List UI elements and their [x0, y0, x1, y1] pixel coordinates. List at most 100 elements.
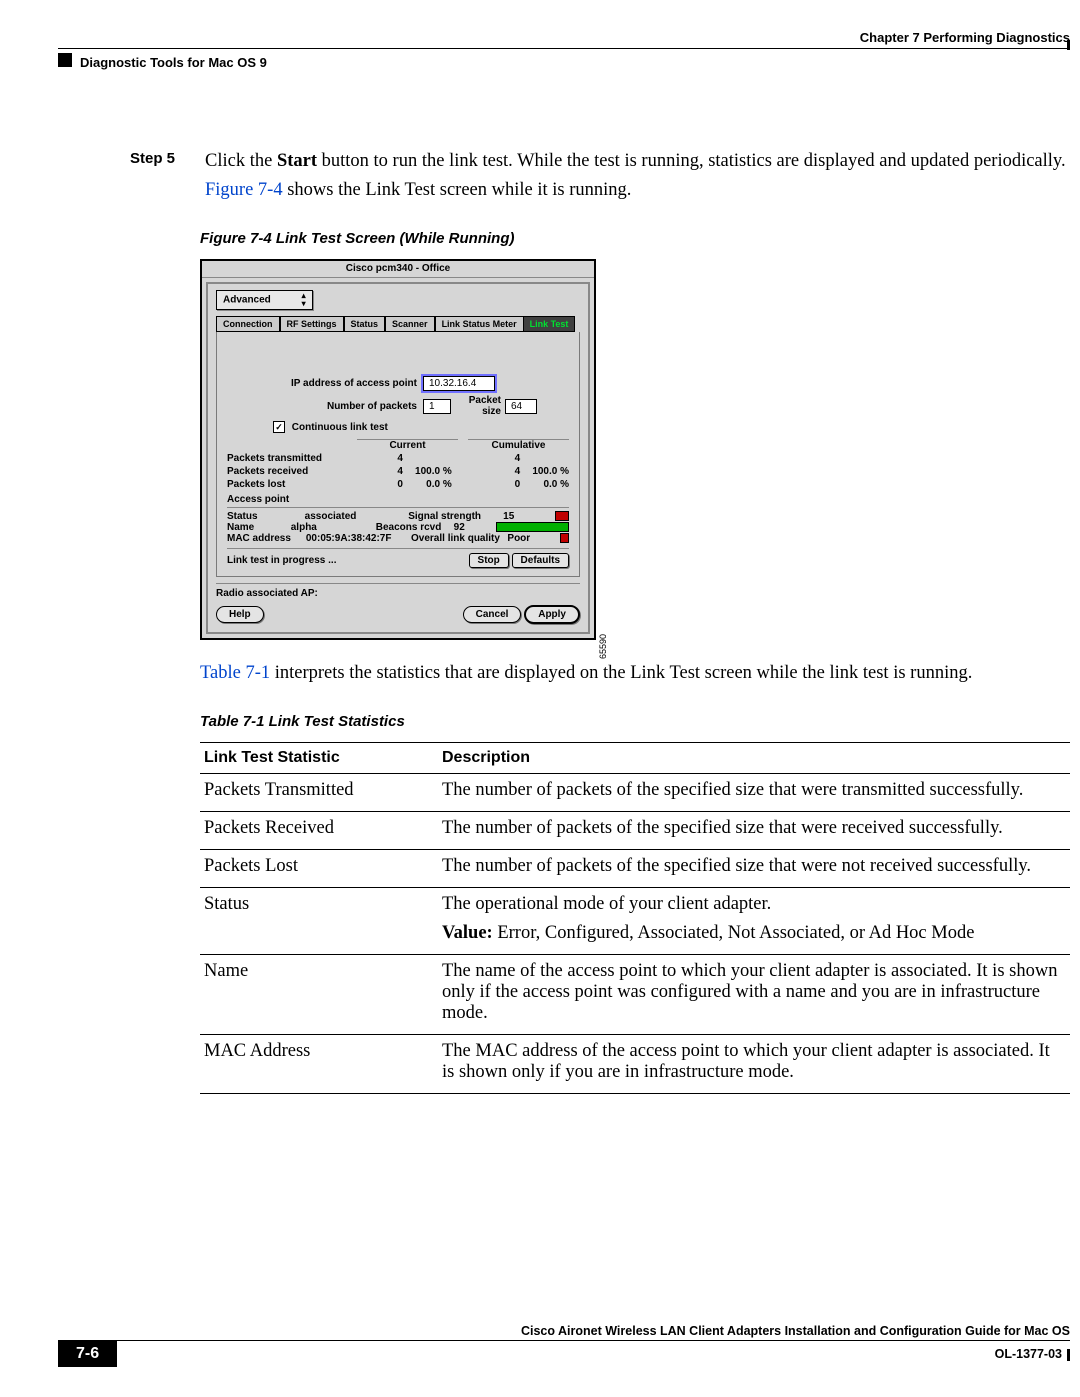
dropdown-value: Advanced [223, 295, 271, 306]
v: 0.0 % [403, 479, 452, 490]
table-row: Packets Transmitted The number of packet… [200, 774, 1070, 812]
v: 4 [452, 453, 520, 464]
progress-text: Link test in progress ... [227, 555, 336, 566]
table-row: Status The operational mode of your clie… [200, 888, 1070, 955]
start-word: Start [277, 151, 317, 171]
mode-dropdown[interactable]: Advanced ▴▾ [216, 290, 313, 310]
footer-ol: OL-1377-03 [995, 1347, 1070, 1361]
footer-tick [1067, 1349, 1070, 1361]
tab-link-test[interactable]: Link Test [524, 316, 576, 332]
updown-icon: ▴▾ [302, 292, 306, 308]
apply-button[interactable]: Apply [524, 605, 580, 624]
page-header: Chapter 7 Performing Diagnostics Diagnos… [0, 0, 1080, 95]
figure-ref-link[interactable]: Figure 7-4 [205, 180, 283, 200]
cell: Name [200, 955, 438, 1035]
cell: The MAC address of the access point to w… [438, 1035, 1070, 1094]
ap-status-k: Status [227, 511, 305, 522]
v: 100.0 % [403, 466, 452, 477]
link-test-window: Cisco pcm340 - Office Advanced ▴▾ Connec… [200, 259, 596, 640]
th-statistic: Link Test Statistic [200, 743, 438, 774]
table-row: MAC Address The MAC address of the acces… [200, 1035, 1070, 1094]
lbl: Packets lost [227, 479, 354, 490]
cell: Packets Transmitted [200, 774, 438, 812]
np-input[interactable]: 1 [423, 399, 451, 414]
ap-header: Access point [227, 494, 569, 505]
header-rule [58, 48, 1070, 49]
t: The operational mode of your client adap… [442, 894, 771, 914]
row-pkts-tx: Packets transmitted 4 4 [227, 453, 569, 464]
cell: The number of packets of the specified s… [438, 812, 1070, 850]
t: Error, Configured, Associated, Not Assoc… [493, 923, 975, 943]
ap-bcn-v: 92 [454, 522, 497, 533]
table-row: Packets Received The number of packets o… [200, 812, 1070, 850]
v: 4 [354, 466, 403, 477]
window-title: Cisco pcm340 - Office [202, 261, 594, 278]
ps-label: Packet size [451, 395, 505, 417]
ip-label: IP address of access point [227, 378, 423, 389]
stop-button[interactable]: Stop [469, 553, 509, 568]
beacons-bar [496, 522, 569, 532]
v: 4 [452, 466, 520, 477]
v [403, 453, 452, 464]
value-label: Value: [442, 923, 493, 943]
lbl: Packets received [227, 466, 354, 477]
t: button to run the link test. While the t… [317, 151, 1066, 171]
ap-name-k: Name [227, 522, 291, 533]
page-number: 7-6 [58, 1341, 117, 1367]
t: Click the [205, 151, 277, 171]
step-label: Step 5 [130, 150, 185, 202]
table-caption: Table 7-1 Link Test Statistics [200, 713, 1070, 730]
cell: Packets Received [200, 812, 438, 850]
figure-id: 65590 [598, 634, 608, 659]
ap-name-v: alpha [291, 522, 376, 533]
th-description: Description [438, 743, 1070, 774]
ol-text: OL-1377-03 [995, 1347, 1062, 1361]
col-cumulative: Cumulative [468, 439, 569, 451]
tab-status[interactable]: Status [344, 316, 386, 332]
radio-assoc-label: Radio associated AP: [216, 588, 580, 599]
ap-olq-v: Poor [507, 533, 560, 544]
tab-connection[interactable]: Connection [216, 316, 280, 332]
tab-scanner[interactable]: Scanner [385, 316, 435, 332]
header-section: Diagnostic Tools for Mac OS 9 [80, 55, 267, 70]
table-row: Name The name of the access point to whi… [200, 955, 1070, 1035]
tab-rf-settings[interactable]: RF Settings [280, 316, 344, 332]
step-5: Step 5 Click the Start button to run the… [130, 150, 1070, 202]
header-marker [58, 53, 72, 67]
t: shows the Link Test screen while it is r… [283, 180, 632, 200]
np-label: Number of packets [227, 401, 423, 412]
link-test-panel: IP address of access point 10.32.16.4 Nu… [216, 332, 580, 577]
t: interprets the statistics that are displ… [270, 663, 972, 683]
tab-bar: Connection RF Settings Status Scanner Li… [216, 316, 580, 332]
ap-sig-v: 15 [503, 511, 555, 522]
help-button[interactable]: Help [216, 606, 264, 623]
continuous-label: Continuous link test [292, 422, 388, 433]
ip-input[interactable]: 10.32.16.4 [423, 376, 495, 391]
cell: Status [200, 888, 438, 955]
v [520, 453, 569, 464]
cell: The operational mode of your client adap… [438, 888, 1070, 955]
signal-bar [555, 511, 569, 521]
table-ref-link[interactable]: Table 7-1 [200, 663, 270, 683]
ap-sig-k: Signal strength [408, 511, 503, 522]
v: 100.0 % [520, 466, 569, 477]
v: 0.0 % [520, 479, 569, 490]
v: 0 [354, 479, 403, 490]
ps-input[interactable]: 64 [505, 399, 537, 414]
page-footer: Cisco Aironet Wireless LAN Client Adapte… [0, 1324, 1080, 1367]
v: 4 [354, 453, 403, 464]
cancel-button[interactable]: Cancel [463, 606, 522, 623]
quality-bar [560, 533, 569, 543]
row-pkts-lost: Packets lost 0 0.0 % 0 0.0 % [227, 479, 569, 490]
footer-title: Cisco Aironet Wireless LAN Client Adapte… [0, 1324, 1070, 1338]
defaults-button[interactable]: Defaults [512, 553, 569, 568]
table-header-row: Link Test Statistic Description [200, 743, 1070, 774]
header-chapter: Chapter 7 Performing Diagnostics [860, 30, 1070, 45]
v: 0 [452, 479, 520, 490]
post-figure-text: Table 7-1 interprets the statistics that… [200, 662, 1070, 685]
ap-status-v: associated [305, 511, 409, 522]
cell: The number of packets of the specified s… [438, 774, 1070, 812]
tab-link-status-meter[interactable]: Link Status Meter [435, 316, 524, 332]
continuous-checkbox[interactable]: ✓ [273, 421, 285, 433]
cell: The number of packets of the specified s… [438, 850, 1070, 888]
